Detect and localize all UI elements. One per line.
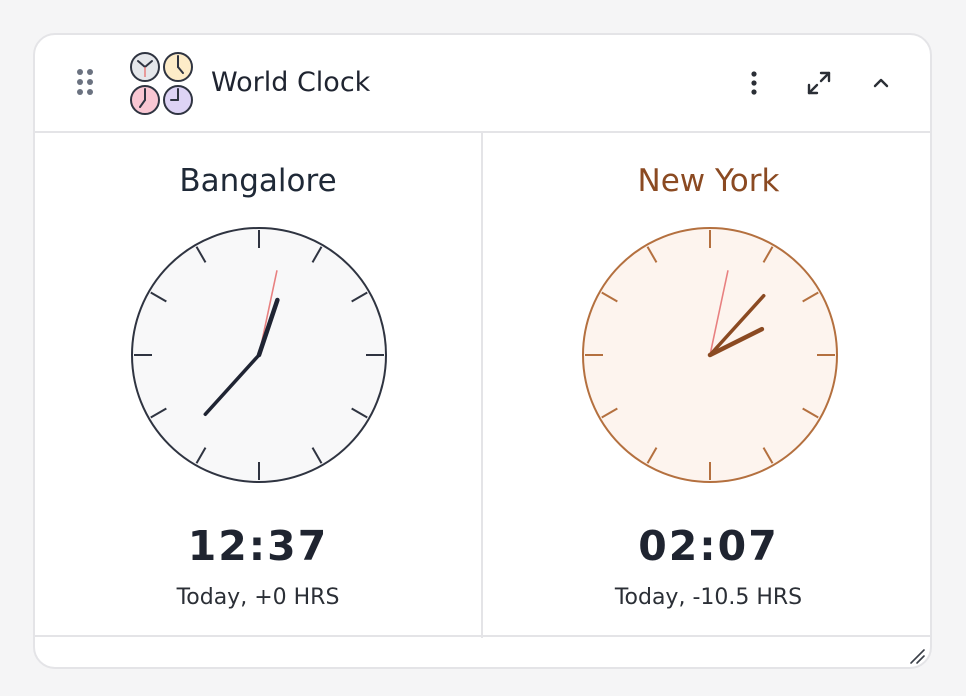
expand-icon: [807, 71, 831, 95]
widget-header: World Clock: [35, 35, 930, 133]
time-offset-label: Today, -10.5 HRS: [614, 585, 803, 610]
city-name: New York: [637, 163, 780, 199]
clock-panel-new-york: New York 02:07 Today, -10.5 HRS: [483, 133, 930, 638]
expand-button[interactable]: [799, 63, 839, 103]
clock-panel-bangalore: Bangalore 12:37 Today, +0 HRS: [35, 133, 483, 638]
city-name: Bangalore: [179, 163, 337, 199]
world-clock-widget: World Clock Bangalore 12:37 Today, +0 HR…: [33, 33, 932, 669]
world-clock-app-icon: [130, 52, 193, 115]
analog-clock: [131, 227, 387, 483]
analog-clock: [582, 227, 838, 483]
chevron-up-icon: [873, 78, 889, 88]
time-offset-label: Today, +0 HRS: [176, 585, 340, 610]
more-options-button[interactable]: [734, 63, 774, 103]
digital-time: 12:37: [187, 522, 329, 570]
resize-handle-icon[interactable]: [908, 647, 926, 665]
digital-time: 02:07: [638, 522, 779, 570]
widget-title: World Clock: [211, 67, 371, 98]
collapse-button[interactable]: [861, 63, 901, 103]
drag-handle-icon[interactable]: [73, 67, 97, 99]
widget-footer: [35, 635, 930, 667]
more-vertical-icon: [751, 71, 757, 95]
